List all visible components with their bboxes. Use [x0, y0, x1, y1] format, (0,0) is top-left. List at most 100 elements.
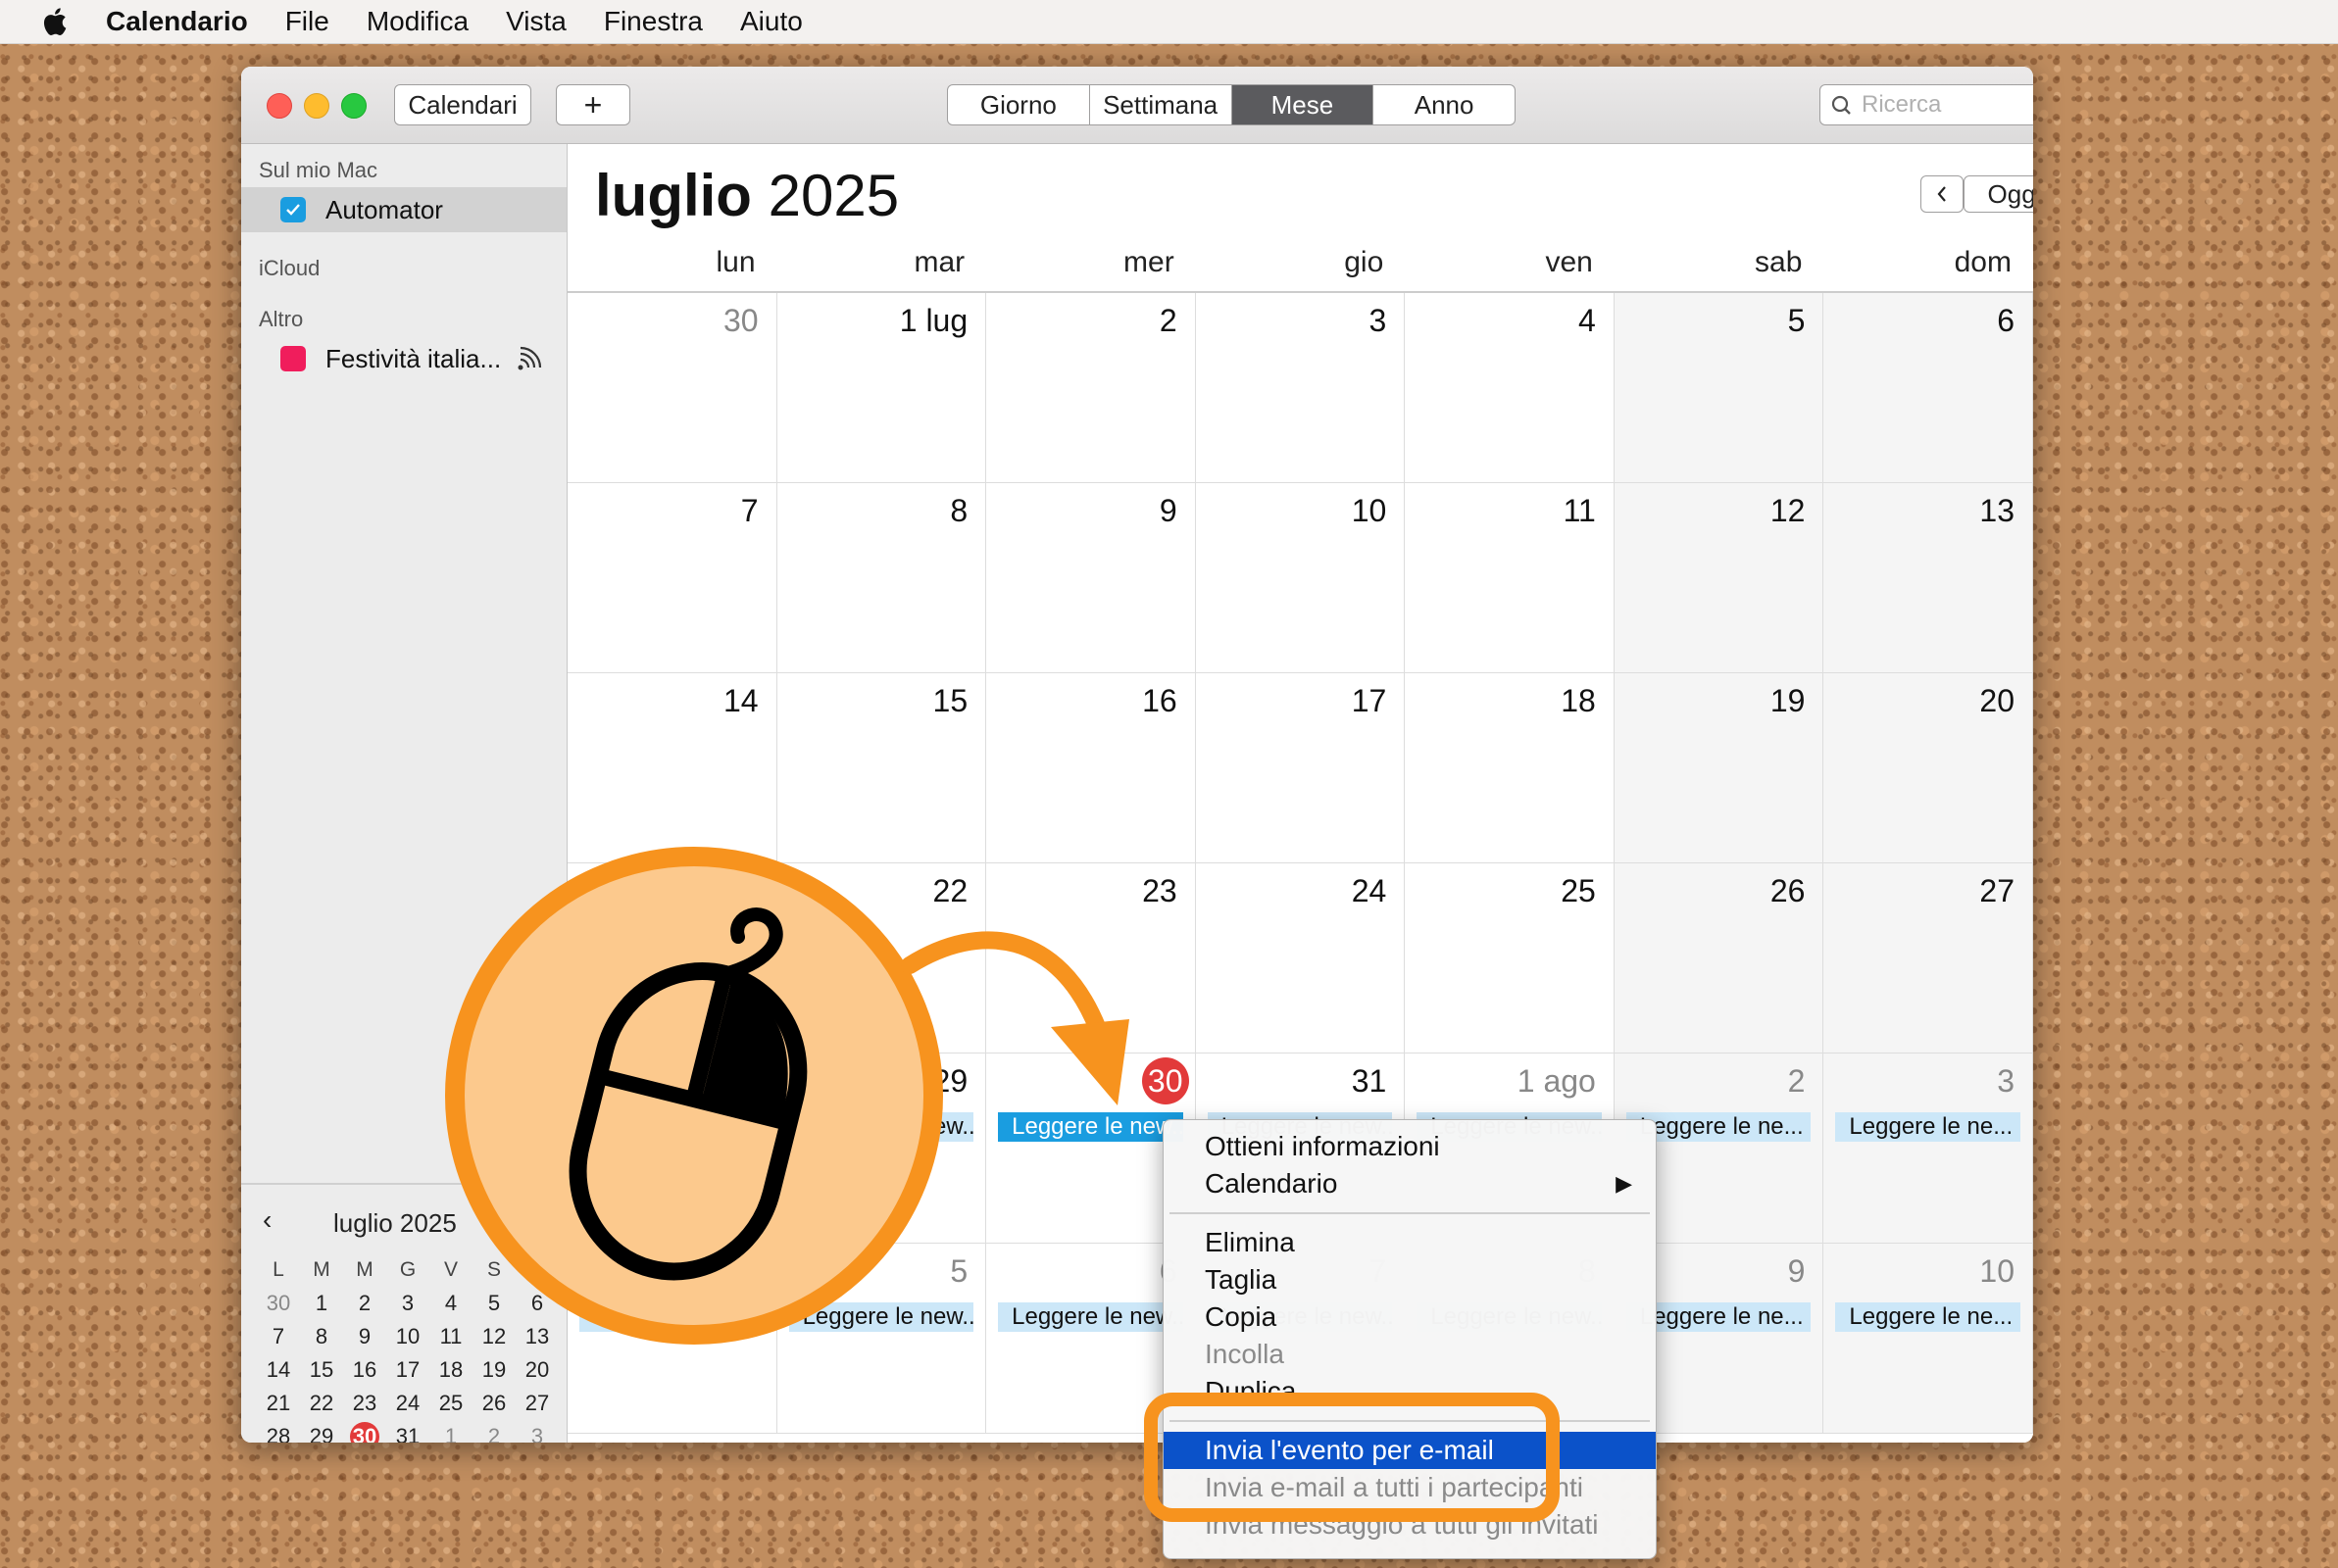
mini-day[interactable]: 24	[386, 1389, 429, 1418]
minimize-window-button[interactable]	[304, 93, 329, 119]
day-cell[interactable]: 25	[1405, 863, 1615, 1054]
day-cell[interactable]: 21	[568, 863, 777, 1054]
day-cell[interactable]: 15	[776, 673, 987, 863]
search-input[interactable]	[1860, 90, 2033, 120]
calendar-event[interactable]: Leggere le new...	[998, 1112, 1183, 1142]
mini-day[interactable]: 3	[386, 1289, 429, 1318]
menu-file[interactable]: File	[285, 6, 329, 37]
day-cell[interactable]: 22	[776, 863, 987, 1054]
today-button[interactable]: Oggi	[1964, 175, 2033, 213]
mini-day[interactable]: 2	[343, 1289, 386, 1318]
mini-next-month-button[interactable]: ›	[525, 1204, 534, 1236]
add-event-button[interactable]: +	[556, 84, 630, 125]
mini-day[interactable]: 23	[343, 1389, 386, 1418]
mini-day[interactable]: 21	[257, 1389, 300, 1418]
mini-day[interactable]: 1	[300, 1289, 343, 1318]
day-cell[interactable]: 9	[986, 483, 1196, 673]
calendar-event[interactable]: Leggere le new...	[579, 1112, 765, 1142]
context-menu-item[interactable]: Taglia	[1164, 1261, 1656, 1298]
mini-day[interactable]: 9	[343, 1322, 386, 1351]
day-cell[interactable]: 3	[1195, 293, 1406, 483]
menu-vista[interactable]: Vista	[506, 6, 567, 37]
context-menu-item[interactable]: Calendario ▶	[1164, 1165, 1656, 1202]
day-cell[interactable]: 11	[1405, 483, 1615, 673]
mini-day[interactable]: 30	[257, 1289, 300, 1318]
mini-day[interactable]: 10	[386, 1322, 429, 1351]
mini-day[interactable]: 26	[473, 1389, 516, 1418]
day-cell[interactable]: 1 lug	[776, 293, 987, 483]
mini-day[interactable]: 13	[516, 1322, 559, 1351]
day-cell[interactable]: 3 Leggere le ne...	[1823, 1054, 2033, 1244]
day-cell[interactable]: 28 Leggere le new...	[568, 1054, 777, 1244]
context-menu-item[interactable]: Ottieni informazioni	[1164, 1128, 1656, 1165]
day-cell[interactable]: 5	[1614, 293, 1824, 483]
day-cell[interactable]: 20	[1823, 673, 2033, 863]
tab-giorno[interactable]: Giorno	[948, 85, 1090, 124]
sidebar-item-automator[interactable]: Automator	[241, 187, 567, 232]
search-field[interactable]	[1819, 84, 2033, 125]
mini-day[interactable]: 12	[473, 1322, 516, 1351]
mini-day[interactable]: 22	[300, 1389, 343, 1418]
day-cell[interactable]: 24	[1195, 863, 1406, 1054]
calendar-event[interactable]: Leggere le new...	[788, 1302, 974, 1332]
day-cell[interactable]: 6	[1823, 293, 2033, 483]
calendars-button[interactable]: Calendari	[394, 84, 531, 125]
mini-day[interactable]: 25	[429, 1389, 473, 1418]
mini-day[interactable]: 27	[516, 1389, 559, 1418]
day-cell[interactable]: 14	[568, 673, 777, 863]
day-cell[interactable]: 16	[986, 673, 1196, 863]
mini-day[interactable]: 18	[429, 1355, 473, 1385]
day-cell[interactable]: 19	[1614, 673, 1824, 863]
day-cell[interactable]: 17	[1195, 673, 1406, 863]
calendar-event[interactable]: Leggere le new...	[788, 1112, 974, 1142]
context-menu-item[interactable]: Copia	[1164, 1298, 1656, 1336]
mini-day[interactable]: 14	[257, 1355, 300, 1385]
day-cell[interactable]: 13	[1823, 483, 2033, 673]
day-cell[interactable]: 30	[568, 293, 777, 483]
day-cell[interactable]: 26	[1614, 863, 1824, 1054]
menu-modifica[interactable]: Modifica	[367, 6, 469, 37]
calendar-event[interactable]: Leggere le new...	[579, 1302, 765, 1332]
day-cell[interactable]: 7	[568, 483, 777, 673]
prev-month-button[interactable]	[1920, 175, 1964, 213]
mini-day[interactable]: 4	[429, 1289, 473, 1318]
mini-day[interactable]: 16	[343, 1355, 386, 1385]
mini-day[interactable]: 31	[386, 1422, 429, 1443]
mini-day[interactable]: 17	[386, 1355, 429, 1385]
day-cell[interactable]: 27	[1823, 863, 2033, 1054]
day-cell[interactable]: 29 Leggere le new...	[776, 1054, 987, 1244]
sidebar-item-festivita[interactable]: Festività italia...	[241, 336, 567, 381]
context-menu-item[interactable]: Elimina	[1164, 1224, 1656, 1261]
mini-day[interactable]: 5	[473, 1289, 516, 1318]
tab-anno[interactable]: Anno	[1373, 85, 1515, 124]
mini-day[interactable]: 6	[516, 1289, 559, 1318]
mini-day[interactable]: 20	[516, 1355, 559, 1385]
mini-day[interactable]: 30	[350, 1422, 379, 1443]
checkbox-icon[interactable]	[280, 346, 306, 371]
day-cell[interactable]: 10 Leggere le ne...	[1823, 1244, 2033, 1434]
calendar-event[interactable]: Leggere le ne...	[1835, 1302, 2020, 1332]
menu-finestra[interactable]: Finestra	[604, 6, 703, 37]
close-window-button[interactable]	[267, 93, 292, 119]
mini-day[interactable]: 19	[473, 1355, 516, 1385]
zoom-window-button[interactable]	[341, 93, 367, 119]
tab-settimana[interactable]: Settimana	[1090, 85, 1232, 124]
mini-day[interactable]: 11	[429, 1322, 473, 1351]
apple-icon[interactable]	[39, 6, 69, 37]
day-cell[interactable]: 12	[1614, 483, 1824, 673]
tab-mese[interactable]: Mese	[1231, 85, 1374, 124]
mini-day[interactable]: 3	[516, 1422, 559, 1443]
day-cell[interactable]: 18	[1405, 673, 1615, 863]
day-cell[interactable]: 23	[986, 863, 1196, 1054]
checkbox-icon[interactable]	[280, 197, 306, 222]
mini-day[interactable]: 29	[300, 1422, 343, 1443]
day-cell[interactable]: 4	[1405, 293, 1615, 483]
day-cell[interactable]: 4 Leggere le new...	[568, 1244, 777, 1434]
mini-day[interactable]: 28	[257, 1422, 300, 1443]
mini-prev-month-button[interactable]: ‹	[263, 1204, 272, 1236]
context-menu-item[interactable]: Duplica	[1164, 1373, 1656, 1410]
calendar-event[interactable]: Leggere le ne...	[1835, 1112, 2020, 1142]
mini-day[interactable]: 15	[300, 1355, 343, 1385]
day-cell[interactable]: 2	[986, 293, 1196, 483]
day-cell[interactable]: 8	[776, 483, 987, 673]
